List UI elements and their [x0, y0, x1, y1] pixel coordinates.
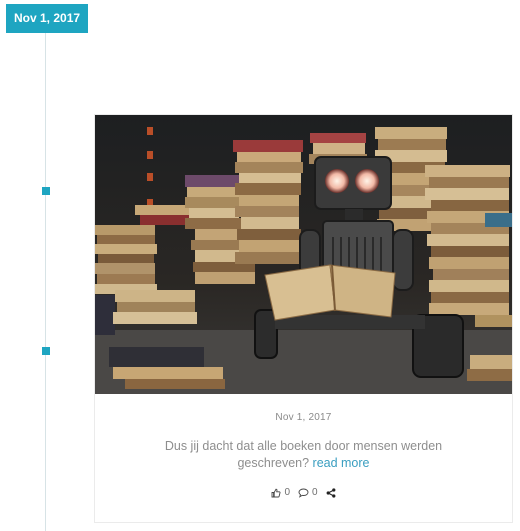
timeline-date-badge: Nov 1, 2017 [6, 4, 89, 33]
timeline-page: Nov 1, 2017 Nov 1, 2017 Dus jij dacht da… [0, 0, 520, 531]
post-actions: 0 0 [95, 487, 512, 498]
post-date: Nov 1, 2017 [275, 412, 332, 423]
comment-count: 0 [312, 487, 318, 498]
read-more-link[interactable]: read more [313, 456, 370, 470]
like-button[interactable]: 0 [271, 487, 290, 498]
post-image[interactable] [95, 115, 512, 394]
share-icon [326, 487, 336, 498]
comment-button[interactable]: 0 [298, 487, 318, 498]
robot-reading-books-image [95, 115, 512, 394]
timeline-marker [42, 347, 50, 355]
share-button[interactable] [326, 487, 336, 498]
thumbs-up-icon [271, 488, 281, 498]
post-excerpt: Dus jij dacht dat alle boeken door mense… [135, 438, 472, 472]
timeline-line [45, 33, 46, 531]
post-excerpt-text: Dus jij dacht dat alle boeken door mense… [164, 439, 443, 470]
post-card: Nov 1, 2017 Dus jij dacht dat alle boeke… [94, 114, 513, 523]
comment-icon [298, 488, 309, 498]
like-count: 0 [284, 487, 290, 498]
timeline-marker [42, 187, 50, 195]
